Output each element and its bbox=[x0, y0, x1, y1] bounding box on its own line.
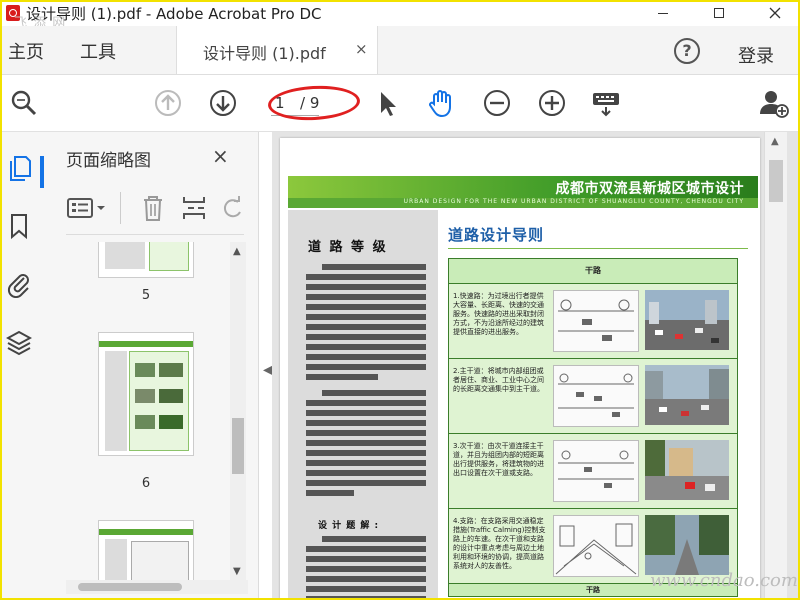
horizontal-scroll-thumb[interactable] bbox=[78, 583, 182, 591]
thumbnail-panel: 页面缩略图 × 5 6 ▲ ▼ bbox=[48, 132, 259, 600]
insert-page-icon[interactable] bbox=[180, 194, 208, 222]
thumbnail-page-7[interactable] bbox=[98, 520, 194, 582]
road-sketch bbox=[553, 515, 639, 577]
panel-title: 页面缩略图 bbox=[66, 151, 151, 171]
thumbnails-list: 5 6 bbox=[48, 242, 232, 582]
guide-divider bbox=[448, 248, 748, 249]
scroll-up-icon[interactable]: ▲ bbox=[233, 246, 241, 257]
road-section-diagram bbox=[553, 440, 639, 502]
document-tab-label: 设计导则 (1).pdf bbox=[203, 44, 326, 63]
thumbnail-label-6: 6 bbox=[141, 476, 151, 491]
road-row-main: 2.主干道：将城市内部组团或者居住、商业、工业中心之间的长距离交通集中到主干道。 bbox=[449, 359, 737, 434]
document-scroll-thumb[interactable] bbox=[769, 160, 783, 202]
doc-scroll-up-icon[interactable]: ▲ bbox=[771, 136, 779, 147]
pdf-page: 成都市双流县新城区城市设计 URBAN DESIGN FOR THE NEW U… bbox=[280, 138, 760, 600]
scroll-down-icon[interactable]: ▼ bbox=[233, 566, 241, 577]
bookmark-icon[interactable] bbox=[6, 212, 32, 240]
menu-bar: 主页 工具 设计导则 (1).pdf × ? 登录 bbox=[0, 26, 800, 75]
attachment-icon[interactable] bbox=[6, 270, 32, 299]
panel-toolbar bbox=[66, 184, 244, 235]
road-row-text: 3.次干道：由次干道连接主干道，并且为组团内部的短距离出行提供服务，将建筑物的进… bbox=[453, 442, 544, 477]
close-icon bbox=[769, 7, 781, 19]
title-bar: 设计导则 (1).pdf - Adobe Acrobat Pro DC 飞 添 … bbox=[0, 0, 800, 31]
page-down-icon[interactable] bbox=[207, 87, 239, 119]
keyboard-fit-icon[interactable] bbox=[590, 87, 622, 119]
minimize-icon bbox=[658, 12, 668, 14]
secondary-road-photo bbox=[645, 440, 729, 500]
road-row-secondary: 3.次干道：由次干道连接主干道，并且为组团内部的短距离出行提供服务，将建筑物的进… bbox=[449, 434, 737, 509]
branch-road-photo bbox=[645, 515, 729, 575]
banner-subtitle: URBAN DESIGN FOR THE NEW URBAN DISTRICT … bbox=[403, 198, 744, 205]
maximize-button[interactable] bbox=[696, 0, 742, 26]
zoom-in-icon[interactable] bbox=[536, 87, 568, 119]
rotate-page-icon[interactable] bbox=[220, 196, 244, 220]
thumbnail-scroll-thumb[interactable] bbox=[232, 418, 244, 474]
select-arrow-icon[interactable] bbox=[372, 87, 404, 119]
paragraph-3 bbox=[306, 532, 426, 600]
minimize-button[interactable] bbox=[640, 0, 686, 26]
thumbnail-page-6[interactable] bbox=[98, 332, 194, 456]
subsection-title: 设 计 题 解 : bbox=[318, 521, 380, 531]
window-title: 设计导则 (1).pdf - Adobe Acrobat Pro DC bbox=[26, 5, 322, 23]
road-table-header: 干路 bbox=[449, 259, 737, 284]
road-row-expressway: 1.快速路：为过境出行者提供大容量、长距离、快速的交通服务。快速路的进出采取封闭… bbox=[449, 284, 737, 359]
active-rail-indicator bbox=[40, 156, 44, 188]
document-view[interactable]: 成都市双流县新城区城市设计 URBAN DESIGN FOR THE NEW U… bbox=[272, 132, 800, 600]
road-row-text: 1.快速路：为过境出行者提供大容量、长距离、快速的交通服务。快速路的进出采取封闭… bbox=[453, 292, 544, 336]
page-banner: 成都市双流县新城区城市设计 bbox=[288, 176, 758, 198]
main-road-photo bbox=[645, 365, 729, 425]
page-up-icon[interactable] bbox=[152, 87, 184, 119]
toolbar-divider bbox=[120, 192, 121, 224]
search-zoom-icon[interactable] bbox=[8, 87, 40, 119]
road-row-text: 4.支路：在支路采用交通稳定措施(Traffic Calming)控制支路上的车… bbox=[453, 517, 546, 570]
close-window-button[interactable] bbox=[752, 0, 798, 26]
watermark-bottom: www.cndao.com bbox=[650, 570, 798, 591]
expressway-photo bbox=[645, 290, 729, 350]
add-user-icon[interactable] bbox=[758, 87, 790, 119]
road-section-diagram bbox=[553, 290, 639, 352]
banner-title: 成都市双流县新城区城市设计 bbox=[555, 181, 744, 197]
thumbnail-horizontal-scrollbar[interactable] bbox=[66, 580, 248, 594]
toolbar: 1 / 9 bbox=[0, 75, 800, 132]
maximize-icon bbox=[714, 8, 724, 18]
hand-tool-icon[interactable] bbox=[425, 87, 457, 119]
document-tab[interactable]: 设计导则 (1).pdf × bbox=[176, 26, 378, 74]
thumbnail-label-5: 5 bbox=[141, 288, 151, 303]
login-button[interactable]: 登录 bbox=[738, 42, 774, 68]
menu-home[interactable]: 主页 bbox=[8, 38, 44, 64]
thumbnail-options-icon[interactable] bbox=[66, 196, 110, 220]
paragraph-1 bbox=[306, 260, 426, 384]
close-tab-icon[interactable]: × bbox=[355, 40, 368, 58]
road-table: 干路 1.快速路：为过境出行者提供大容量、长距离、快速的交通服务。快速路的进出采… bbox=[448, 258, 738, 597]
section-title: 道 路 等 级 bbox=[308, 240, 388, 255]
left-rail bbox=[0, 132, 49, 600]
page-thumbnails-icon[interactable] bbox=[6, 154, 32, 182]
help-icon[interactable]: ? bbox=[674, 38, 700, 64]
panel-close-icon[interactable]: × bbox=[212, 144, 229, 168]
guide-title: 道路设计导则 bbox=[448, 226, 545, 244]
zoom-out-icon[interactable] bbox=[481, 87, 513, 119]
thumbnail-vertical-scrollbar[interactable]: ▲ ▼ bbox=[230, 242, 246, 582]
paragraph-2 bbox=[306, 386, 426, 500]
menu-tools[interactable]: 工具 bbox=[80, 38, 116, 64]
document-vertical-scrollbar[interactable]: ▲ bbox=[764, 132, 787, 600]
road-section-diagram bbox=[553, 365, 639, 427]
banner-subtitle-bar: URBAN DESIGN FOR THE NEW URBAN DISTRICT … bbox=[288, 198, 758, 208]
thumbnail-page-5[interactable] bbox=[98, 242, 194, 278]
road-row-text: 2.主干道：将城市内部组团或者居住、商业、工业中心之间的长距离交通集中到主干道。 bbox=[453, 367, 544, 393]
delete-page-icon[interactable] bbox=[140, 194, 166, 222]
layers-icon[interactable] bbox=[5, 328, 33, 356]
